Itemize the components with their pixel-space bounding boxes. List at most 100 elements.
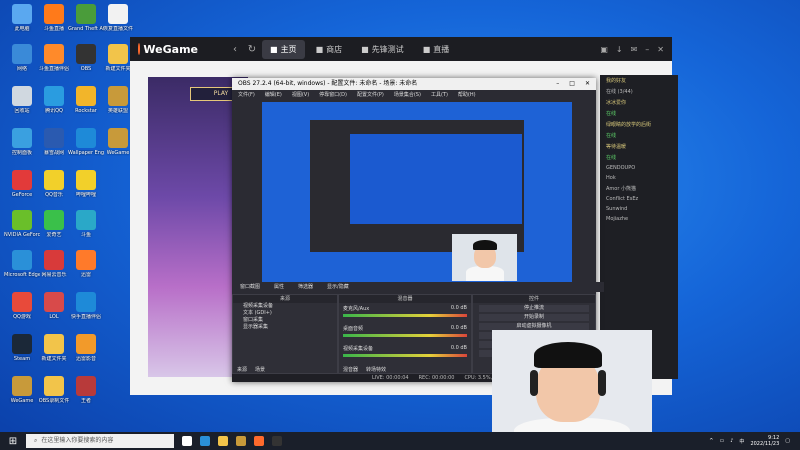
desktop-icon[interactable]: 控制面板 [4, 128, 40, 168]
friend-list-item[interactable]: 在线 [600, 108, 678, 119]
dock-tab[interactable]: 混音器 [343, 366, 358, 373]
desktop-icon[interactable]: 此电脑 [4, 4, 40, 44]
menu-item[interactable]: 场景集合(S) [394, 90, 421, 100]
friend-list-item[interactable]: 在线 [600, 152, 678, 163]
desktop-icon[interactable]: 新建文件夹 [36, 334, 72, 374]
desktop-icon[interactable]: 腾讯QQ [36, 86, 72, 126]
windows-start-icon[interactable]: ⊞ [0, 436, 26, 447]
source-toolbar-button[interactable]: 筛选器 [298, 282, 313, 292]
desktop-icon[interactable]: NVIDIA GeForce Experience [4, 210, 40, 250]
desktop-icon[interactable]: 迅雷 [68, 250, 104, 290]
desktop-icon[interactable]: LOL [36, 292, 72, 332]
close-icon[interactable]: ✕ [585, 78, 590, 90]
taskbar-app-icon[interactable] [272, 436, 282, 446]
dock-tab[interactable]: 来源 [237, 366, 247, 373]
desktop-icon[interactable]: Wallpaper Engine [68, 128, 104, 168]
taskbar-app-icon[interactable] [200, 436, 210, 446]
control-button[interactable]: 启动虚拟摄像机 [479, 323, 589, 330]
refresh-icon[interactable]: ↻ [245, 44, 259, 55]
taskbar-app-icon[interactable] [254, 436, 264, 446]
source-item[interactable]: 窗口采集 [233, 317, 337, 324]
control-button[interactable]: 停止推流 [479, 305, 589, 312]
desktop-icon[interactable]: 迅雷影音 [68, 334, 104, 374]
notification-icon[interactable]: ▢ [785, 438, 790, 444]
friend-list-item[interactable]: Conflict EsEz [600, 194, 678, 204]
volume-icon[interactable]: ♪ [730, 438, 733, 444]
menu-item[interactable]: 停靠窗口(D) [319, 90, 347, 100]
source-toolbar-button[interactable]: 显示/隐藏 [327, 282, 349, 292]
tab-home[interactable]: ■ 主页 [262, 39, 305, 59]
friend-list-item[interactable]: 在线 (3/44) [600, 86, 678, 97]
obs-preview[interactable] [262, 102, 572, 282]
source-toolbar-button[interactable]: 属性 [274, 282, 284, 292]
desktop-icon[interactable]: 快手直播伴侣 [68, 292, 104, 332]
desktop-icon[interactable]: 王者 [68, 376, 104, 416]
friend-list-item[interactable]: 我的好友 [600, 75, 678, 86]
source-item[interactable]: 显示器采集 [233, 324, 337, 331]
friend-list-item[interactable]: 冰冰爱你 [600, 97, 678, 108]
dock-tab[interactable]: 转场特效 [366, 366, 386, 373]
close-icon[interactable]: ✕ [657, 45, 664, 54]
taskbar-app-icon[interactable] [182, 436, 192, 446]
friend-list-item[interactable]: 等待温暖 [600, 141, 678, 152]
menu-item[interactable]: 编辑(E) [265, 90, 282, 100]
tab-test[interactable]: ■ 先锋测试 [353, 40, 412, 59]
friend-list-item[interactable]: Hok [600, 173, 678, 183]
desktop-icon[interactable]: QQ音乐 [36, 170, 72, 210]
desktop-icon[interactable]: 斗鱼直播伴侣 [36, 44, 72, 84]
source-item[interactable]: 文本 (GDI+) [233, 310, 337, 317]
tab-live[interactable]: ■ 直播 [415, 40, 458, 59]
menu-item[interactable]: 工具(T) [431, 90, 448, 100]
desktop-icon[interactable]: 斗鱼 [68, 210, 104, 250]
desktop-icon[interactable]: 网易云音乐 [36, 250, 72, 290]
desktop-icon[interactable]: OBS [68, 44, 104, 84]
desktop-icon[interactable]: 回收站 [4, 86, 40, 126]
minimize-icon[interactable]: – [645, 45, 649, 54]
desktop-icon[interactable]: OBS录制文件 [36, 376, 72, 416]
desktop-icon[interactable]: 哔哩哔哩 [68, 170, 104, 210]
friend-list-item[interactable]: GENDOUPO [600, 163, 678, 173]
desktop-icon[interactable]: QQ游戏 [4, 292, 40, 332]
source-toolbar-button[interactable]: 窗口截图 [240, 282, 260, 292]
friend-list-item[interactable]: Mojiazhe [600, 214, 678, 224]
desktop-icon[interactable]: Steam [4, 334, 40, 374]
maximize-icon[interactable]: □ [569, 78, 575, 90]
minimize-icon[interactable]: – [556, 78, 559, 90]
menu-item[interactable]: 帮助(H) [458, 90, 476, 100]
friend-list-item[interactable]: 绿眼睛的放学的后街 [600, 119, 678, 130]
volume-meter[interactable] [343, 334, 467, 337]
source-item[interactable]: 视频采集设备 [233, 303, 337, 310]
volume-meter[interactable] [343, 314, 467, 317]
volume-meter[interactable] [343, 354, 467, 357]
desktop-icon[interactable]: WeGame [4, 376, 40, 416]
desktop-icon[interactable]: 网络 [4, 44, 40, 84]
tab-label: 先锋测试 [371, 44, 404, 54]
desktop-icon[interactable]: Microsoft Edge [4, 250, 40, 290]
control-button[interactable]: 开始录制 [479, 314, 589, 321]
tab-store[interactable]: ■ 商店 [308, 40, 351, 59]
friend-list-item[interactable]: Amor 小熊猫 [600, 183, 678, 194]
dock-tab[interactable]: 场景 [255, 366, 265, 373]
back-arrow-icon[interactable]: ‹ [228, 44, 242, 55]
download-icon[interactable]: ↓ [616, 45, 623, 54]
desktop-icon[interactable]: GeForce [4, 170, 40, 210]
gift-icon[interactable]: ▣ [600, 45, 608, 54]
chevron-up-icon[interactable]: ^ [709, 438, 713, 444]
desktop-icon[interactable]: Rockstar [68, 86, 104, 126]
taskbar-app-icon[interactable] [236, 436, 246, 446]
desktop-icon[interactable]: 暴雪战网 [36, 128, 72, 168]
menu-item[interactable]: 文件(F) [238, 90, 255, 100]
desktop-icon[interactable]: Grand Theft Auto V [68, 4, 104, 44]
menu-item[interactable]: 视图(V) [292, 90, 309, 100]
taskbar-search[interactable]: ⌕ 在这里输入你要搜索的内容 [26, 434, 174, 448]
friend-list-item[interactable]: Sunwind [600, 204, 678, 214]
menu-item[interactable]: 配置文件(P) [357, 90, 384, 100]
ime-indicator[interactable]: 中 [739, 438, 744, 445]
desktop-icon[interactable]: 斗鱼直播 [36, 4, 72, 44]
taskbar-app-icon[interactable] [218, 436, 228, 446]
friend-list-item[interactable]: 在线 [600, 130, 678, 141]
clock[interactable]: 9:12 2022/11/23 [750, 435, 779, 447]
message-icon[interactable]: ✉ [631, 45, 638, 54]
desktop-icon[interactable]: 爱奇艺 [36, 210, 72, 250]
network-icon[interactable]: ▭ [719, 438, 724, 444]
